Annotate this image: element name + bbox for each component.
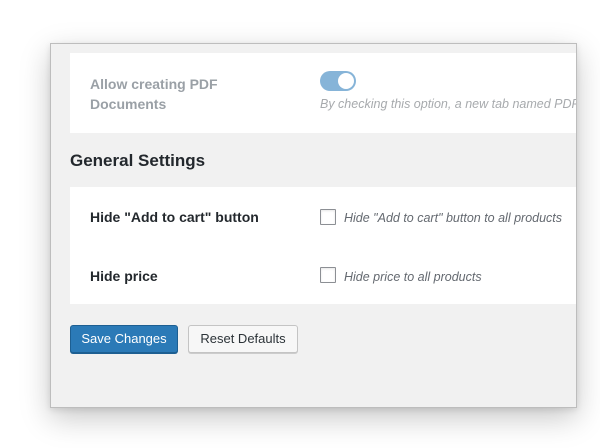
general-settings-panel: Hide "Add to cart" button Hide "Add to c…	[70, 187, 576, 304]
settings-window: Allow creating PDF Documents By checking…	[50, 43, 577, 408]
hide-add-to-cart-label: Hide "Add to cart" button	[90, 209, 259, 225]
save-changes-button[interactable]: Save Changes	[70, 325, 178, 353]
reset-defaults-button[interactable]: Reset Defaults	[188, 325, 298, 353]
pdf-option-label: Allow creating PDF Documents	[90, 76, 218, 112]
section-title: General Settings	[70, 151, 206, 170]
hide-add-to-cart-description: Hide "Add to cart" button to all product…	[344, 211, 563, 225]
hide-price-label: Hide price	[90, 268, 158, 284]
hide-price-description: Hide price to all products	[344, 270, 482, 284]
hide-add-to-cart-checkbox[interactable]	[320, 209, 336, 225]
pdf-toggle-switch[interactable]	[320, 71, 356, 91]
toggle-knob	[338, 73, 354, 89]
pdf-option-description: By checking this option, a new tab named…	[320, 97, 577, 111]
hide-price-checkbox[interactable]	[320, 267, 336, 283]
pdf-settings-panel: Allow creating PDF Documents By checking…	[70, 53, 577, 133]
